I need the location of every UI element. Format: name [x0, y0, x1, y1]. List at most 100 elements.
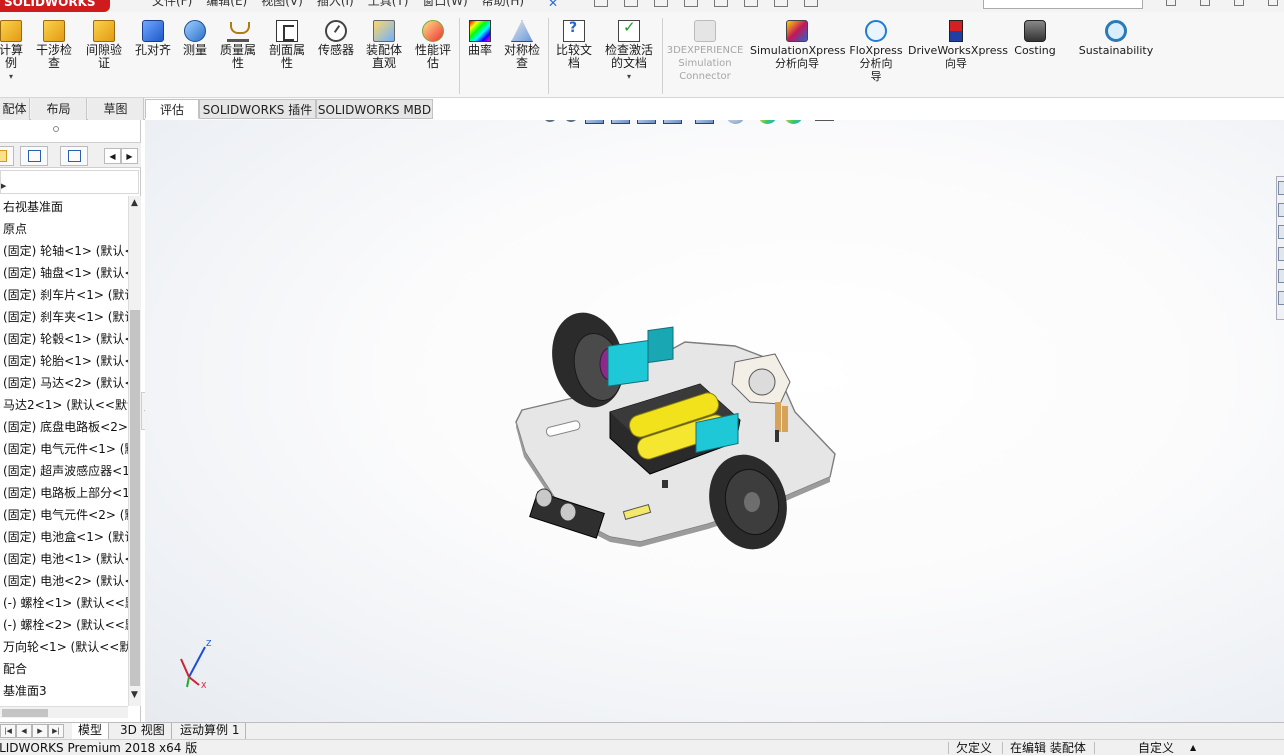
tab-evaluate[interactable]: 评估: [145, 99, 199, 119]
tab-3d-view[interactable]: 3D 视图: [114, 723, 172, 739]
solidworks-logo[interactable]: SOLIDWORKS: [0, 0, 110, 12]
compare-documents-button[interactable]: 比较文 档: [551, 20, 597, 70]
tab-solidworks-addins[interactable]: SOLIDWORKS 插件: [199, 99, 316, 119]
feature-manager-tab[interactable]: [0, 146, 14, 166]
minimize-icon[interactable]: [1200, 0, 1210, 6]
clearance-verification-button[interactable]: 间隙验 证: [82, 20, 126, 70]
tree-item[interactable]: (固定) 电池盒<1> (默认<<默认>_显示状态 1>): [0, 526, 128, 548]
tree-item[interactable]: 配合: [0, 658, 128, 680]
driveworksxpress-button[interactable]: DriveWorksXpress 向导: [908, 20, 1008, 70]
pin-menu-icon[interactable]: ✕: [548, 0, 558, 10]
simulationxpress-button[interactable]: SimulationXpress 分析向导: [750, 20, 846, 70]
tree-item[interactable]: (固定) 马达<2> (默认<<默认>_显示状态 1>): [0, 372, 128, 394]
assembly-visualization-button[interactable]: 装配体 直观: [361, 20, 407, 70]
symmetry-check-button[interactable]: 对称检 查: [499, 20, 545, 70]
section-view-icon[interactable]: [611, 120, 630, 124]
floxpress-button[interactable]: FloXpress 分析向 导: [848, 20, 904, 83]
next-tab-icon[interactable]: ▶: [32, 724, 48, 738]
maximize-icon[interactable]: [1234, 0, 1244, 6]
section-properties-button[interactable]: 剖面属 性: [264, 20, 310, 70]
open-icon[interactable]: [624, 0, 638, 7]
previous-view-icon[interactable]: [585, 120, 604, 124]
property-manager-tab[interactable]: [20, 146, 48, 166]
solidworks-resources-tab[interactable]: [1278, 181, 1284, 195]
tree-item[interactable]: (固定) 超声波感应器<1> (默认<<默认>_显示状态 1>): [0, 460, 128, 482]
hide-show-items-icon[interactable]: [726, 120, 746, 124]
tab-model[interactable]: 模型: [72, 723, 110, 739]
dropdown-arrow-icon[interactable]: ▾: [600, 70, 658, 83]
performance-evaluation-button[interactable]: 性能评 估: [410, 20, 456, 70]
tree-item[interactable]: (固定) 底盘电路板<2> (默认<<默认>_显示状态 1>): [0, 416, 128, 438]
print-icon[interactable]: [684, 0, 698, 7]
tree-item[interactable]: 马达2<1> (默认<<默认>_显示状态 1>): [0, 394, 128, 416]
tree-item[interactable]: (固定) 刹车片<1> (默认<<默认>_显示状态 1>): [0, 284, 128, 306]
dropdown-arrow-icon[interactable]: ▾: [0, 70, 26, 83]
help-icon[interactable]: [1166, 0, 1176, 6]
first-tab-icon[interactable]: |◀: [0, 724, 16, 738]
mass-properties-button[interactable]: 质量属 性: [215, 20, 261, 70]
tree-item[interactable]: (固定) 电气元件<2> (默认<<默认>_显示状态 1>): [0, 504, 128, 526]
select-icon[interactable]: [744, 0, 758, 7]
menu-help[interactable]: 帮助(H): [482, 0, 524, 8]
tree-vertical-scrollbar[interactable]: ▲ ▼: [128, 196, 141, 706]
menu-file[interactable]: 文件(F): [152, 0, 192, 8]
zoom-to-fit-icon[interactable]: [543, 120, 557, 122]
tree-item[interactable]: 万向轮<1> (默认<<默认>_显示状态 1>): [0, 636, 128, 658]
scrollbar-thumb[interactable]: [130, 310, 140, 686]
tree-item[interactable]: (固定) 轮毂<1> (默认<<默认>_显示状态 1>): [0, 328, 128, 350]
menu-edit[interactable]: 编辑(E): [206, 0, 247, 8]
tab-layout[interactable]: 布局: [31, 98, 87, 120]
graphics-area[interactable]: ▾ ▾ ▾ ▾ ▾: [145, 120, 1284, 722]
zoom-to-area-icon[interactable]: [564, 120, 578, 122]
interference-check-button[interactable]: 干涉检 查: [32, 20, 76, 70]
file-explorer-tab[interactable]: [1278, 225, 1284, 239]
measure-button[interactable]: 测量: [179, 20, 211, 57]
menu-view[interactable]: 视图(V): [261, 0, 303, 8]
search-commands-input[interactable]: [983, 0, 1143, 9]
panel-grip-icon[interactable]: [53, 126, 59, 132]
tree-item[interactable]: (固定) 刹车夹<1> (默认<<默认>_显示状态 1>): [0, 306, 128, 328]
tree-item[interactable]: 右视基准面: [0, 196, 128, 218]
close-icon[interactable]: [1268, 0, 1278, 6]
hole-alignment-button[interactable]: 孔对齐: [130, 20, 176, 57]
scroll-down-icon[interactable]: ▼: [131, 690, 138, 700]
edit-appearance-icon[interactable]: [757, 120, 777, 124]
save-icon[interactable]: [654, 0, 668, 7]
appearances-tab[interactable]: [1278, 269, 1284, 283]
custom-properties-tab[interactable]: [1278, 291, 1284, 305]
tree-filter-input[interactable]: [0, 170, 139, 194]
menu-tools[interactable]: 工具(T): [368, 0, 409, 8]
tree-item[interactable]: (-) 螺栓<1> (默认<<默认>_显示状态 1>): [0, 592, 128, 614]
scroll-left-icon[interactable]: ◀: [104, 148, 121, 164]
scroll-right-icon[interactable]: ▶: [121, 148, 138, 164]
scroll-up-icon[interactable]: ▲: [131, 198, 138, 208]
view-orientation-icon[interactable]: [663, 120, 682, 124]
sustainability-button[interactable]: Sustainability: [1076, 20, 1156, 57]
display-style-icon[interactable]: [694, 120, 714, 124]
tree-item[interactable]: (固定) 轴盘<1> (默认<<默认>_显示状态 1>): [0, 262, 128, 284]
options-icon[interactable]: [804, 0, 818, 7]
tab-sketch[interactable]: 草图: [88, 98, 144, 120]
curvature-button[interactable]: 曲率: [463, 20, 497, 57]
configuration-manager-tab[interactable]: [60, 146, 88, 166]
unit-system-selector[interactable]: 自定义: [1138, 740, 1174, 756]
tree-item[interactable]: (固定) 电池<2> (默认<<默认>_显示状态 1>): [0, 570, 128, 592]
tree-item[interactable]: (-) 螺栓<2> (默认<<默认>_显示状态 1>): [0, 614, 128, 636]
menu-window[interactable]: 窗口(W): [422, 0, 467, 8]
new-icon[interactable]: [594, 0, 608, 7]
tab-assembly[interactable]: 配体: [0, 98, 30, 120]
last-tab-icon[interactable]: ▶|: [48, 724, 64, 738]
apply-scene-icon[interactable]: [783, 120, 803, 124]
tree-item[interactable]: (固定) 电池<1> (默认<<默认>_显示状态 1>): [0, 548, 128, 570]
view-palette-tab[interactable]: [1278, 247, 1284, 261]
tab-solidworks-mbd[interactable]: SOLIDWORKS MBD: [316, 99, 433, 119]
dynamic-annotation-icon[interactable]: [637, 120, 656, 124]
undo-icon[interactable]: [714, 0, 728, 7]
tree-item[interactable]: (固定) 轮轴<1> (默认<<默认>_显示状态 1>): [0, 240, 128, 262]
rebuild-icon[interactable]: [774, 0, 788, 7]
menu-insert[interactable]: 插入(I): [317, 0, 354, 8]
prev-tab-icon[interactable]: ◀: [16, 724, 32, 738]
unit-dropdown-icon[interactable]: ▲: [1190, 740, 1196, 756]
tree-item[interactable]: (固定) 电路板上部分<1> (默认<<默认>_显示状态 1>): [0, 482, 128, 504]
scrollbar-thumb[interactable]: [2, 709, 48, 717]
